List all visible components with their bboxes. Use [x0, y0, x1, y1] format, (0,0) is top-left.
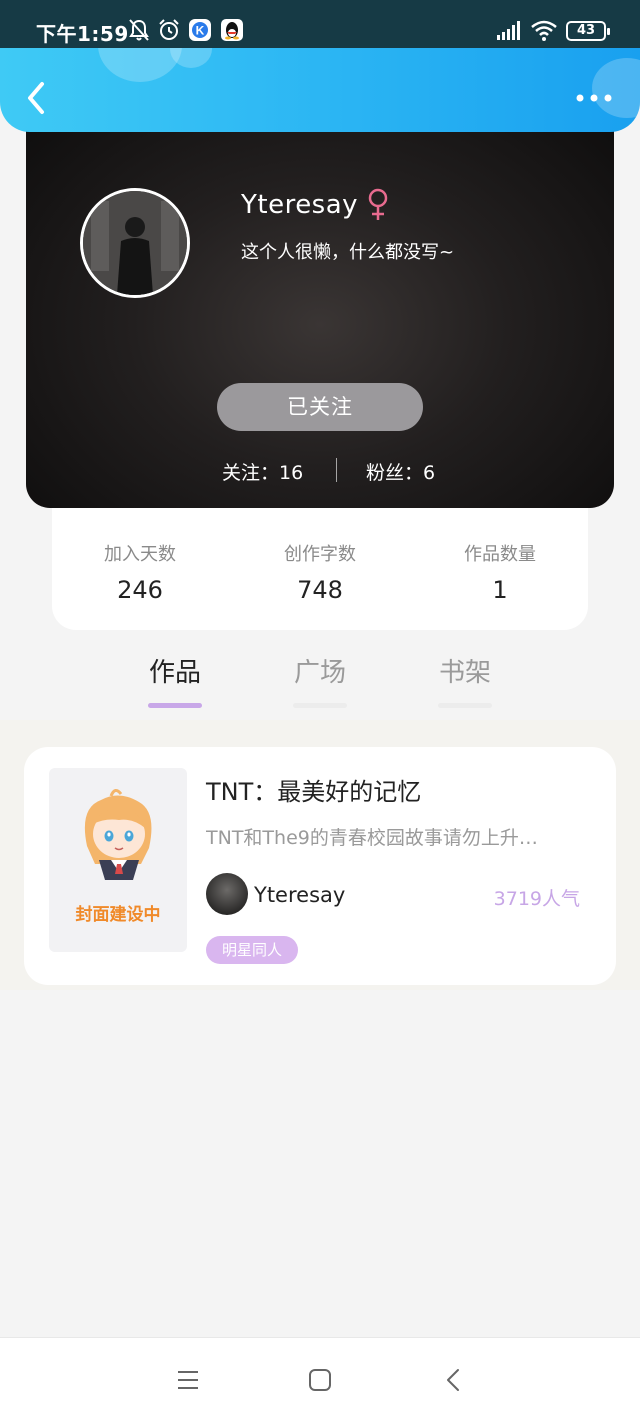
tab-label: 广场: [293, 658, 346, 688]
divider: [336, 458, 337, 482]
work-title[interactable]: TNT：最美好的记忆: [206, 772, 421, 807]
genre-tag[interactable]: 明星同人: [206, 936, 299, 964]
author-avatar[interactable]: [206, 873, 248, 915]
status-time: 下午1:59: [36, 22, 129, 46]
tab-bar: 作品 广场 书架: [0, 630, 640, 720]
stat-value: 246: [117, 576, 163, 604]
qq-icon: [221, 19, 243, 41]
top-header: [0, 48, 640, 132]
author-name[interactable]: Yteresay: [254, 883, 345, 907]
decor-bubble: [98, 48, 182, 82]
stat-label: 创作字数: [284, 544, 356, 565]
tab-square[interactable]: 广场: [280, 652, 360, 708]
book-cover[interactable]: 封面建设中: [49, 768, 187, 952]
profile-avatar[interactable]: [80, 188, 190, 298]
status-bar: 下午1:59 K 43: [0, 0, 640, 50]
profile-username: Yteresay: [241, 190, 359, 220]
work-description: TNT和The9的青春校园故事请勿上升…: [206, 827, 538, 849]
stat-value: 1: [492, 576, 508, 604]
cover-illustration: [84, 789, 152, 880]
work-card[interactable]: 封面建设中 TNT：最美好的记忆 TNT和The9的青春校园故事请勿上升… Yt…: [24, 747, 616, 985]
avatar-photo: [83, 191, 187, 295]
stat-word-count: 创作字数 748: [250, 540, 390, 604]
stat-label: 作品数量: [464, 544, 536, 565]
home-square-icon[interactable]: [308, 1368, 332, 1392]
stat-label: 加入天数: [104, 544, 176, 565]
svg-text:K: K: [196, 24, 205, 38]
following-count[interactable]: 关注：16: [222, 458, 303, 485]
menu-icon[interactable]: [176, 1368, 200, 1392]
bell-off-icon: [129, 19, 149, 41]
alarm-icon: [159, 19, 179, 40]
signal-icon: [497, 21, 520, 40]
profile-bio: 这个人很懒，什么都没写~: [241, 242, 455, 263]
tab-label: 作品: [148, 658, 201, 688]
tab-indicator: [438, 703, 492, 708]
back-triangle-icon[interactable]: [442, 1368, 466, 1392]
stat-works-count: 作品数量 1: [430, 540, 570, 604]
back-button[interactable]: [20, 78, 54, 118]
more-dots-icon[interactable]: [574, 88, 614, 108]
tab-label: 书架: [438, 658, 491, 688]
cover-placeholder-text: 封面建设中: [75, 905, 161, 925]
tab-indicator: [293, 703, 347, 708]
stat-join-days: 加入天数 246: [70, 540, 210, 604]
tab-indicator-active: [148, 703, 202, 708]
fans-count[interactable]: 粉丝：6: [366, 458, 435, 485]
followed-button[interactable]: 已关注: [217, 383, 423, 431]
popularity-count: 3719人气: [493, 888, 580, 910]
stat-value: 748: [297, 576, 343, 604]
battery-icon: 43: [566, 21, 610, 41]
wifi-icon: [531, 20, 557, 41]
tab-works[interactable]: 作品: [135, 652, 215, 708]
stats-card: 加入天数 246 创作字数 748 作品数量 1: [52, 496, 588, 630]
k-app-icon: K: [189, 19, 211, 41]
tab-bookshelf[interactable]: 书架: [425, 652, 505, 708]
decor-bubble: [170, 48, 212, 68]
system-nav-bar: [0, 1337, 640, 1422]
female-icon: [368, 188, 388, 220]
profile-hero: Yteresay 这个人很懒，什么都没写~ 已关注 关注：16 粉丝：6: [26, 100, 614, 508]
